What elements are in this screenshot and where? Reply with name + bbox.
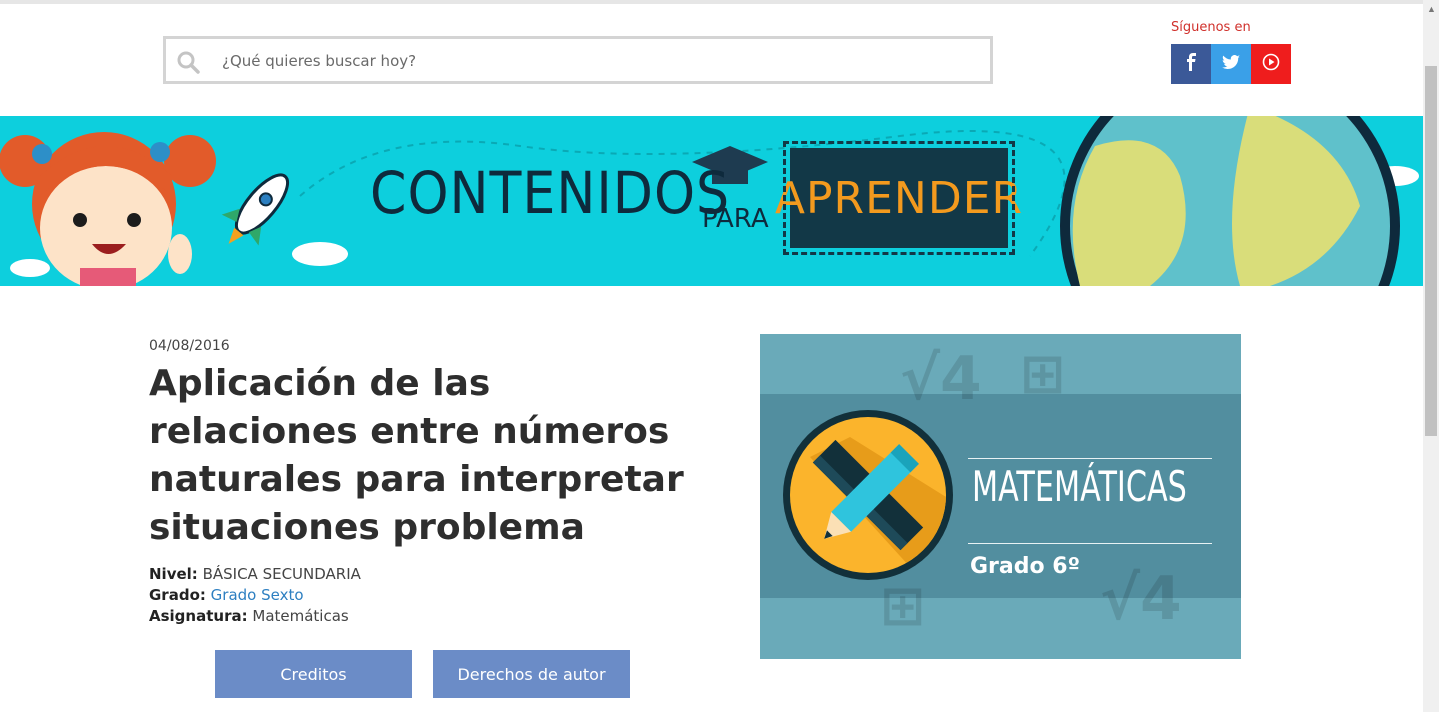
calculator-deco-icon: ⊞ (1020, 342, 1066, 405)
twitter-icon (1222, 54, 1240, 74)
publish-date: 04/08/2016 (149, 338, 230, 354)
meta-level-value: BÁSICA SECUNDARIA (202, 565, 361, 583)
facebook-button[interactable] (1171, 44, 1211, 84)
scroll-up-icon[interactable]: ▲ (1427, 4, 1436, 14)
youtube-icon (1262, 53, 1280, 76)
banner-connector: PARA (702, 204, 769, 234)
credits-button[interactable]: Creditos (215, 650, 412, 698)
search-icon[interactable] (176, 50, 200, 74)
copyright-button[interactable]: Derechos de autor (433, 650, 630, 698)
search-box[interactable] (163, 36, 993, 84)
facebook-icon (1185, 52, 1197, 76)
sqrt-deco-icon: √4 (900, 344, 982, 414)
scrollbar-thumb[interactable] (1425, 66, 1437, 436)
youtube-button[interactable] (1251, 44, 1291, 84)
meta-subject-label: Asignatura: (149, 607, 248, 625)
meta-grade: Grado: Grado Sexto (149, 585, 361, 606)
banner-title: CONTENIDOS (370, 159, 731, 227)
meta-level-label: Nivel: (149, 565, 198, 583)
meta-subject: Asignatura: Matemáticas (149, 606, 361, 627)
search-input[interactable] (220, 45, 964, 77)
meta-grade-link[interactable]: Grado Sexto (211, 586, 304, 604)
meta-subject-value: Matemáticas (252, 607, 349, 625)
article-meta: Nivel: BÁSICA SECUNDARIA Grado: Grado Se… (149, 564, 361, 627)
pencil-ruler-icon (790, 417, 946, 573)
banner-highlight-box: APRENDER (775, 141, 1022, 255)
course-image: √4 √4 ⊞ ⊞ MATEMÁTICAS Grado 6º (760, 334, 1241, 659)
hero-banner: CONTENIDOS PARA APRENDER (0, 116, 1423, 286)
course-subject: MATEMÁTICAS (972, 462, 1187, 511)
page-title: Aplicación de las relaciones entre númer… (149, 363, 684, 548)
course-grade: Grado 6º (970, 554, 1080, 579)
sqrt-deco-icon: √4 (1100, 564, 1182, 634)
divider (968, 543, 1212, 544)
divider (968, 458, 1212, 459)
social-links (1171, 44, 1291, 84)
meta-grade-label: Grado: (149, 586, 206, 604)
calculator-deco-icon: ⊞ (880, 574, 926, 637)
meta-level: Nivel: BÁSICA SECUNDARIA (149, 564, 361, 585)
follow-label: Síguenos en (1171, 20, 1251, 35)
twitter-button[interactable] (1211, 44, 1251, 84)
banner-highlight: APRENDER (774, 172, 1024, 224)
top-border (0, 0, 1423, 4)
